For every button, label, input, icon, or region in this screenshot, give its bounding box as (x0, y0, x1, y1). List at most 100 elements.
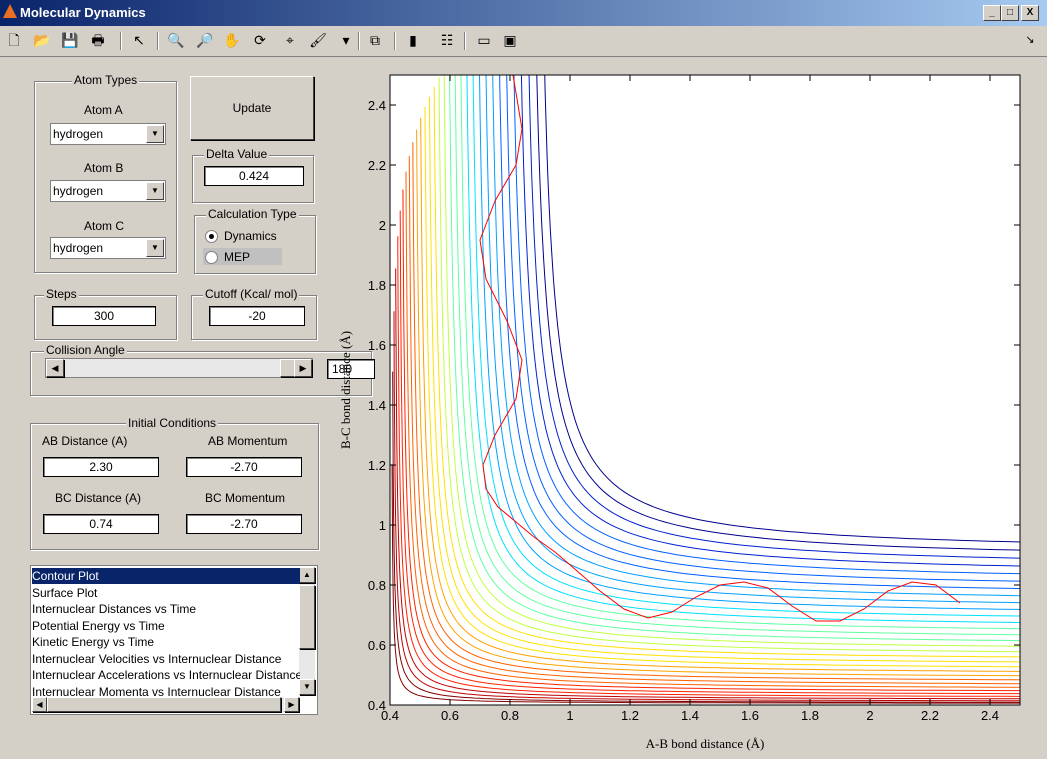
ab-distance-input[interactable]: 2.30 (43, 457, 159, 477)
toolbar-separator (464, 32, 466, 50)
atom-b-label: Atom B (84, 161, 124, 175)
steps-title: Steps (44, 287, 79, 301)
chevron-down-icon[interactable]: ▼ (146, 182, 164, 200)
x-axis-label: A-B bond distance (Å) (646, 736, 765, 751)
atom-a-value: hydrogen (53, 127, 104, 141)
data-cursor-icon[interactable]: ⌖ (280, 30, 300, 50)
bc-distance-input[interactable]: 0.74 (43, 514, 159, 534)
x-tick-label: 0.8 (501, 708, 519, 723)
list-item[interactable]: Contour Plot (32, 568, 300, 584)
atom-types-title: Atom Types (72, 73, 140, 87)
atom-c-select[interactable]: hydrogen ▼ (50, 237, 166, 259)
atom-b-value: hydrogen (53, 184, 104, 198)
y-tick-label: 1.2 (368, 458, 386, 473)
scroll-down-arrow-icon[interactable]: ▼ (299, 679, 315, 695)
bc-momentum-input[interactable]: -2.70 (186, 514, 302, 534)
new-file-icon[interactable]: 🗋 (4, 30, 24, 50)
calculation-type-panel (194, 215, 316, 274)
y-tick-label: 2.4 (368, 98, 386, 113)
atom-a-label: Atom A (84, 103, 123, 117)
atom-b-select[interactable]: hydrogen ▼ (50, 180, 166, 202)
ab-distance-label: AB Distance (A) (42, 434, 128, 448)
calculation-type-title: Calculation Type (206, 207, 299, 221)
atom-c-label: Atom C (84, 219, 125, 233)
x-tick-label: 2 (866, 708, 873, 723)
plot-type-listbox[interactable]: ▲ ▼ ◀ ▶ Contour Plot Surface Plot Internuc… (30, 565, 318, 715)
scroll-up-arrow-icon[interactable]: ▲ (299, 567, 315, 583)
list-item[interactable]: Internuclear Distances vs Time (32, 601, 300, 617)
x-tick-label: 2.2 (921, 708, 939, 723)
y-tick-label: 0.8 (368, 578, 386, 593)
save-icon[interactable]: 💾 (60, 30, 80, 50)
dock-arrow-icon[interactable]: ↘ (1020, 30, 1040, 50)
update-button[interactable]: Update (190, 76, 314, 140)
ab-momentum-label: AB Momentum (208, 434, 288, 448)
chevron-down-icon[interactable]: ▼ (146, 125, 164, 143)
toolbar: 🗋 📂 💾 🖶 ↖ 🔍 🔎 ✋ ⟳ ⌖ 🖌 ▾ ⧉ ▮ ☷ ▭ ▣ ↘ (0, 26, 1047, 57)
zoom-out-icon[interactable]: 🔎 (195, 30, 215, 50)
x-tick-label: 1.2 (621, 708, 639, 723)
close-button[interactable]: X (1021, 5, 1039, 21)
collision-angle-slider[interactable]: ◀ ▶ (45, 358, 313, 378)
matlab-logo-icon (3, 4, 17, 18)
bc-momentum-label: BC Momentum (205, 491, 286, 505)
cutoff-input[interactable]: -20 (209, 306, 305, 326)
colorbar-icon[interactable]: ▮ (403, 30, 423, 50)
list-item[interactable]: Internuclear Accelerations vs Internucle… (32, 667, 300, 683)
y-tick-label: 1 (379, 518, 386, 533)
hide-plot-tools-icon[interactable]: ▭ (474, 30, 494, 50)
x-tick-label: 1.4 (681, 708, 699, 723)
print-icon[interactable]: 🖶 (88, 30, 108, 50)
y-tick-label: 2.2 (368, 158, 386, 173)
link-plot-icon[interactable]: ⧉ (365, 30, 385, 50)
minimize-button[interactable]: _ (983, 5, 1001, 21)
brush-icon[interactable]: 🖌 (308, 30, 328, 50)
steps-input[interactable]: 300 (52, 306, 156, 326)
y-tick-label: 0.4 (368, 698, 386, 713)
dropdown-arrow-icon[interactable]: ▾ (336, 30, 356, 50)
x-tick-label: 0.6 (441, 708, 459, 723)
contour-plot[interactable]: 0.4 0.6 0.8 1 1.2 1.4 1.6 1.8 2 2.2 2.40.40.60.811… (335, 60, 1047, 759)
atom-c-value: hydrogen (53, 241, 104, 255)
mep-label: MEP (224, 250, 251, 264)
list-item[interactable]: Internuclear Velocities vs Internuclear … (32, 651, 300, 667)
list-item[interactable]: Surface Plot (32, 585, 300, 601)
pan-hand-icon[interactable]: ✋ (222, 30, 242, 50)
slider-left-arrow-icon[interactable]: ◀ (46, 359, 64, 377)
vertical-scroll-thumb[interactable] (299, 585, 315, 649)
dynamics-label: Dynamics (224, 229, 277, 243)
atom-a-select[interactable]: hydrogen ▼ (50, 123, 166, 145)
toolbar-separator (120, 32, 122, 50)
zoom-in-icon[interactable]: 🔍 (166, 30, 186, 50)
dynamics-radio[interactable] (205, 230, 218, 243)
x-tick-label: 1.6 (741, 708, 759, 723)
slider-right-arrow-icon[interactable]: ▶ (294, 359, 312, 377)
list-item[interactable]: Internuclear Momenta vs Internuclear Dis… (32, 684, 300, 700)
legend-icon[interactable]: ☷ (437, 30, 457, 50)
mep-radio[interactable] (205, 251, 218, 264)
pointer-icon[interactable]: ↖ (129, 30, 149, 50)
toolbar-separator (394, 32, 396, 50)
title-bar: Molecular Dynamics _ □ X (0, 0, 1047, 26)
toolbar-separator (358, 32, 360, 50)
plot-area[interactable] (390, 75, 1020, 705)
rotate-3d-icon[interactable]: ⟳ (250, 30, 270, 50)
x-tick-label: 1.8 (801, 708, 819, 723)
chevron-down-icon[interactable]: ▼ (146, 239, 164, 257)
collision-angle-title: Collision Angle (44, 343, 127, 357)
ab-momentum-input[interactable]: -2.70 (186, 457, 302, 477)
maximize-button[interactable]: □ (1001, 5, 1019, 21)
list-item[interactable]: Potential Energy vs Time (32, 618, 300, 634)
show-plot-tools-icon[interactable]: ▣ (500, 30, 520, 50)
y-tick-label: 1.8 (368, 278, 386, 293)
y-tick-label: 1.4 (368, 398, 386, 413)
open-folder-icon[interactable]: 📂 (32, 30, 52, 50)
y-tick-label: 1.6 (368, 338, 386, 353)
initial-conditions-title: Initial Conditions (126, 416, 219, 430)
list-item[interactable]: Kinetic Energy vs Time (32, 634, 300, 650)
y-tick-label: 0.6 (368, 638, 386, 653)
y-tick-label: 2 (379, 218, 386, 233)
vertical-scrollbar[interactable]: ▲ ▼ (299, 567, 315, 695)
x-tick-label: 2.4 (981, 708, 999, 723)
delta-value-input[interactable]: 0.424 (204, 166, 304, 186)
